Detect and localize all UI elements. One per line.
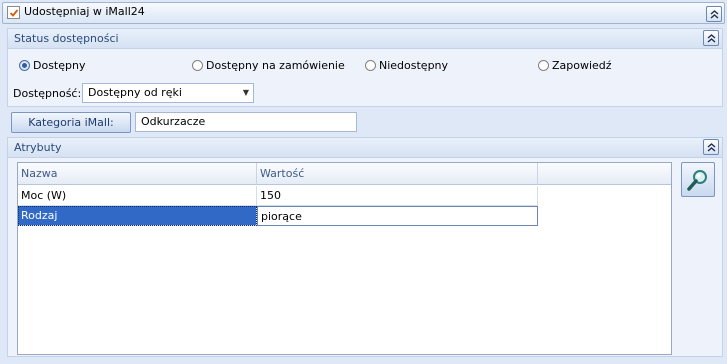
radio-niedostepny[interactable]: [365, 60, 376, 71]
cell-value-editor[interactable]: piorące: [257, 206, 538, 226]
table-row[interactable]: Moc (W) 150: [18, 186, 538, 206]
availability-value: Dostępny od ręki: [88, 86, 182, 99]
status-group-title: Status dostępności: [14, 32, 119, 45]
category-imall-button[interactable]: Kategoria iMall:: [11, 112, 131, 133]
attributes-group-title: Atrybuty: [14, 141, 62, 154]
table-header: Nazwa Wartość: [18, 163, 671, 185]
cell-value[interactable]: 150: [257, 186, 538, 206]
availability-label: Dostępność:: [13, 87, 82, 100]
radio-zapowiedz[interactable]: [538, 60, 549, 71]
collapse-main-button[interactable]: [706, 6, 722, 22]
radio-dostepny[interactable]: [19, 60, 30, 71]
radio-dostepny-label[interactable]: Dostępny: [33, 59, 85, 72]
magnifier-icon: [687, 169, 707, 191]
cell-name[interactable]: Moc (W): [18, 186, 257, 206]
radio-zapowiedz-label[interactable]: Zapowiedź: [552, 59, 612, 72]
double-chevron-up-icon: [707, 33, 715, 42]
radio-na-zamowienie[interactable]: [192, 60, 203, 71]
radio-niedostepny-label[interactable]: Niedostępny: [379, 59, 448, 72]
attributes-group-header: [8, 138, 722, 158]
double-chevron-up-icon: [707, 142, 715, 151]
attributes-table: Nazwa Wartość Moc (W) 150 Rodzaj piorące: [17, 162, 672, 355]
dropdown-arrow-icon[interactable]: ▼: [243, 84, 249, 102]
availability-select[interactable]: Dostępny od ręki ▼: [82, 83, 254, 103]
column-header-name[interactable]: Nazwa: [18, 163, 257, 185]
share-imall-label: Udostępniaj w iMall24: [24, 5, 145, 18]
collapse-attributes-button[interactable]: [703, 139, 719, 155]
checkmark-icon: [9, 8, 18, 17]
category-imall-input[interactable]: Odkurzacze: [135, 112, 357, 132]
double-chevron-up-icon: [710, 9, 718, 18]
share-imall-checkbox[interactable]: [7, 6, 20, 19]
table-row-selected[interactable]: Rodzaj piorące: [18, 206, 538, 226]
lookup-attribute-button[interactable]: [681, 162, 715, 197]
collapse-status-button[interactable]: [703, 30, 719, 46]
column-header-value[interactable]: Wartość: [257, 163, 538, 185]
cell-name[interactable]: Rodzaj: [18, 206, 257, 226]
radio-na-zamowienie-label[interactable]: Dostępny na zamówienie: [206, 59, 345, 72]
